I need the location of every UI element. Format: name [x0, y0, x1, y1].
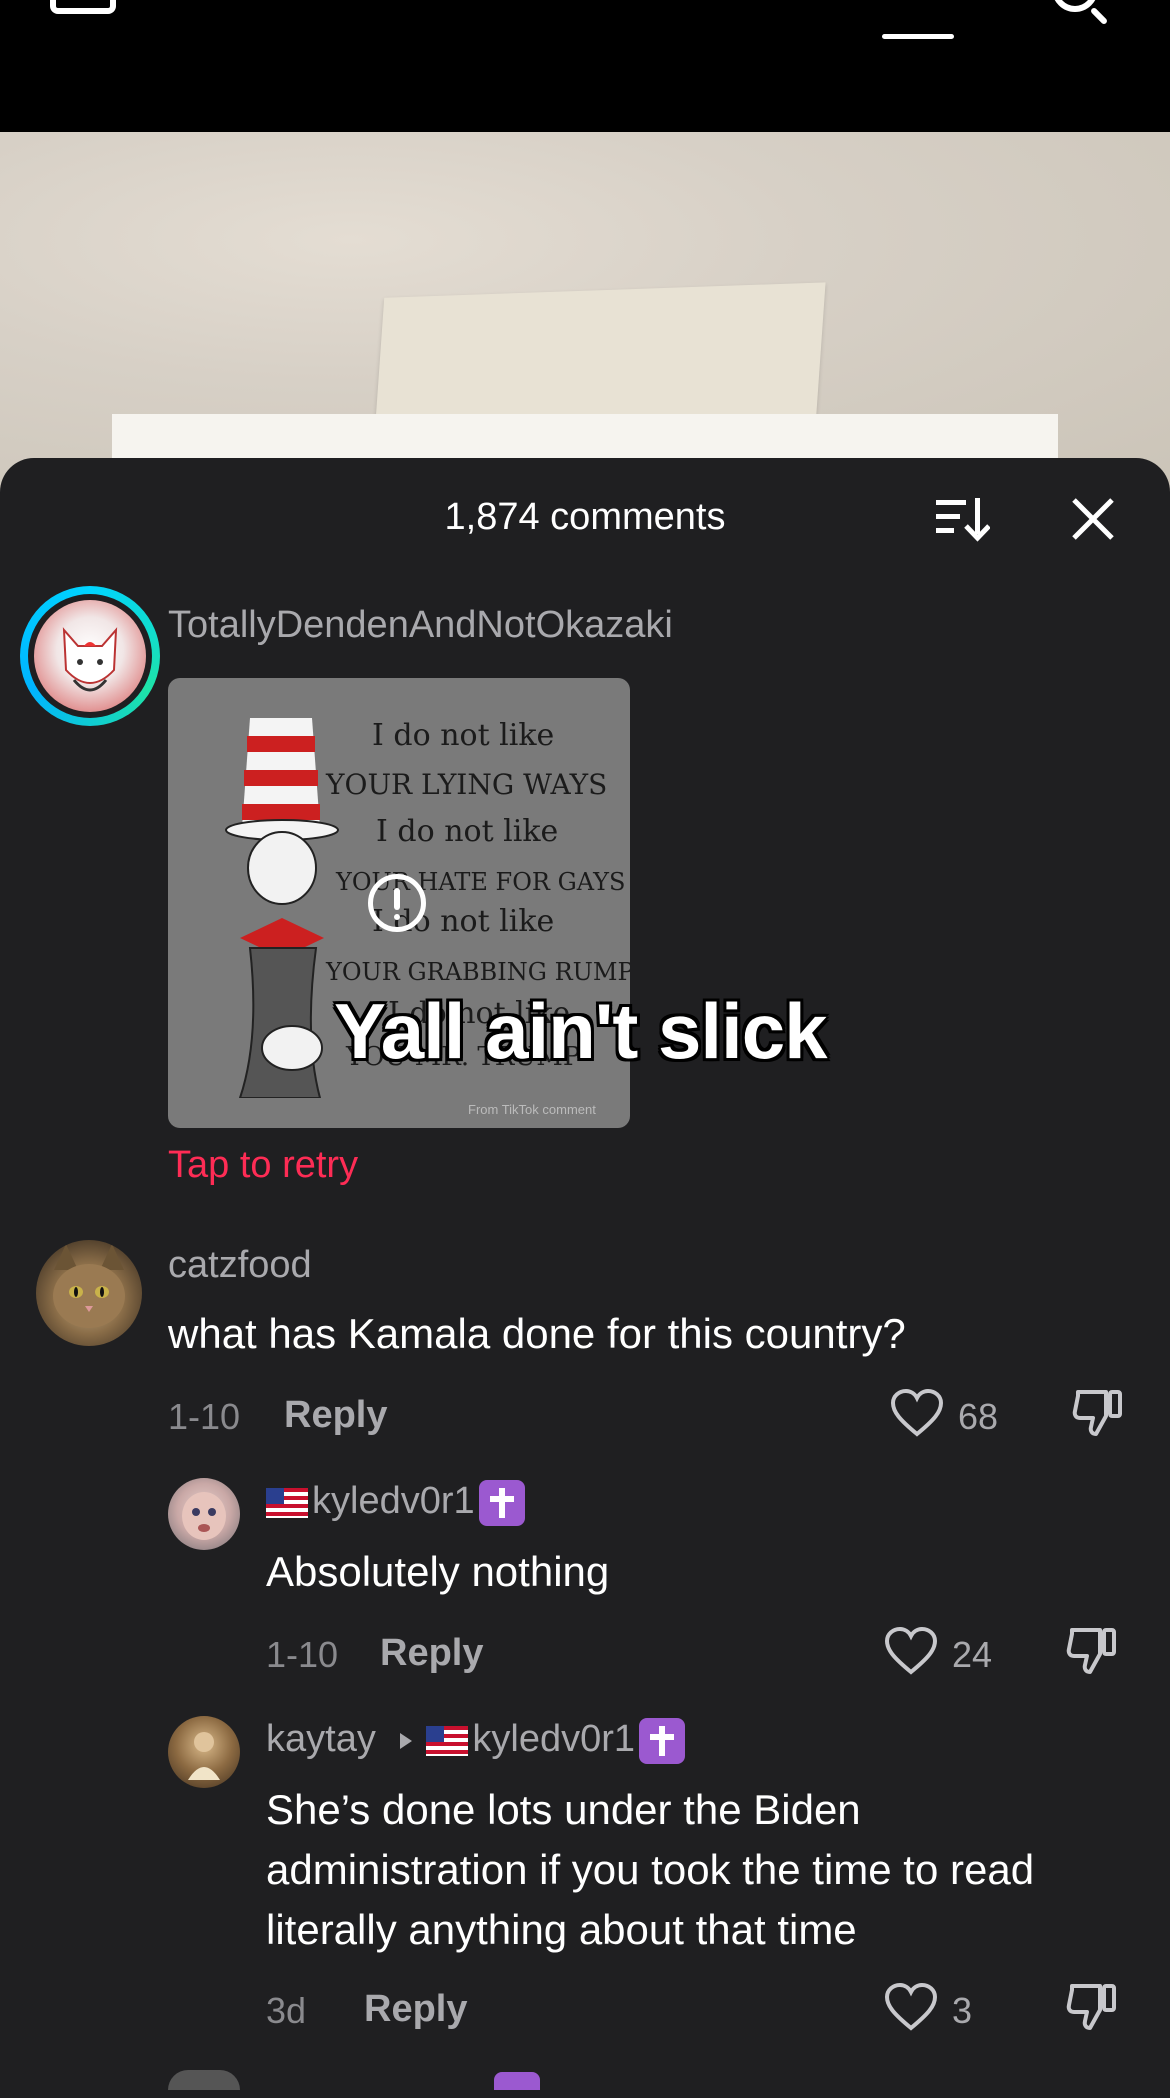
username-text[interactable]: kyledv0r1	[312, 1480, 475, 1522]
username-text[interactable]: kaytay	[266, 1718, 376, 1760]
meme-text-line: I do not like	[372, 718, 555, 753]
comment-date: 3d	[266, 1990, 307, 2031]
top-nav-bar	[0, 0, 1170, 132]
tap-to-retry-link[interactable]: Tap to retry	[168, 1144, 358, 1187]
tiktok-watermark: From TikTok comment	[468, 1102, 596, 1117]
comment-item: TotallyDendenAndNotOkazaki I do not like…	[0, 458, 1170, 1218]
fox-mask-icon	[62, 627, 118, 692]
video-caption-overlay: Yall ain't slick	[334, 987, 827, 1075]
heart-icon[interactable]	[884, 1982, 938, 2032]
reply-button[interactable]: Reply	[380, 1632, 483, 1675]
comment-date: 1-10	[266, 1634, 339, 1675]
heart-icon[interactable]	[890, 1388, 944, 1438]
comments-sheet: 1,874 comments TotallyDendenAndNotOkazak…	[0, 458, 1170, 2098]
comment-date: 1-10	[168, 1396, 241, 1437]
active-tab-indicator	[882, 34, 954, 39]
avatar[interactable]	[168, 1478, 240, 1550]
meme-text-line: YOUR LYING WAYS	[326, 768, 608, 801]
comment-username[interactable]: TotallyDendenAndNotOkazaki	[168, 604, 673, 647]
heart-icon[interactable]	[884, 1626, 938, 1676]
reply-button[interactable]: Reply	[284, 1394, 387, 1437]
comment-username[interactable]: kyledv0r1	[266, 1480, 525, 1526]
comment-text: Absolutely nothing	[266, 1548, 610, 1595]
next-comment-avatar-peek	[168, 2070, 240, 2090]
us-flag-icon	[426, 1726, 469, 1756]
dislike-icon[interactable]	[1064, 1980, 1118, 2034]
avatar[interactable]	[168, 1716, 240, 1788]
like-count: 3	[952, 1990, 973, 2031]
reply-arrow-icon	[400, 1733, 413, 1749]
meme-text-line: YOUR GRABBING RUMP	[326, 958, 630, 986]
reply-to-username[interactable]: kyledv0r1	[472, 1718, 635, 1760]
avatar[interactable]	[36, 1240, 142, 1346]
video-background	[0, 132, 1170, 534]
dislike-icon[interactable]	[1070, 1386, 1124, 1440]
next-comment-badge-peek	[494, 2072, 540, 2090]
comment-username[interactable]: kaytay kyledv0r1	[266, 1718, 686, 1764]
dislike-icon[interactable]	[1064, 1624, 1118, 1678]
cross-emoji-icon	[478, 1480, 525, 1526]
cat-photo-icon	[53, 1244, 125, 1328]
like-count: 24	[952, 1634, 993, 1675]
us-flag-icon	[266, 1488, 308, 1518]
avatar[interactable]	[20, 586, 160, 726]
cross-emoji-icon	[639, 1718, 686, 1764]
comment-text: what has Kamala done for this country?	[168, 1310, 906, 1357]
warning-icon	[368, 874, 426, 932]
like-count: 68	[958, 1396, 999, 1437]
baby-photo-icon	[182, 1492, 226, 1540]
meme-text-line: I do not like	[376, 814, 559, 849]
comment-username[interactable]: catzfood	[168, 1244, 312, 1287]
comment-text: She’s done lots under the Biden administ…	[266, 1786, 1035, 1953]
search-icon[interactable]	[1052, 0, 1098, 12]
reply-button[interactable]: Reply	[364, 1988, 467, 2031]
inbox-icon[interactable]	[50, 0, 116, 14]
person-photo-icon	[188, 1732, 220, 1780]
